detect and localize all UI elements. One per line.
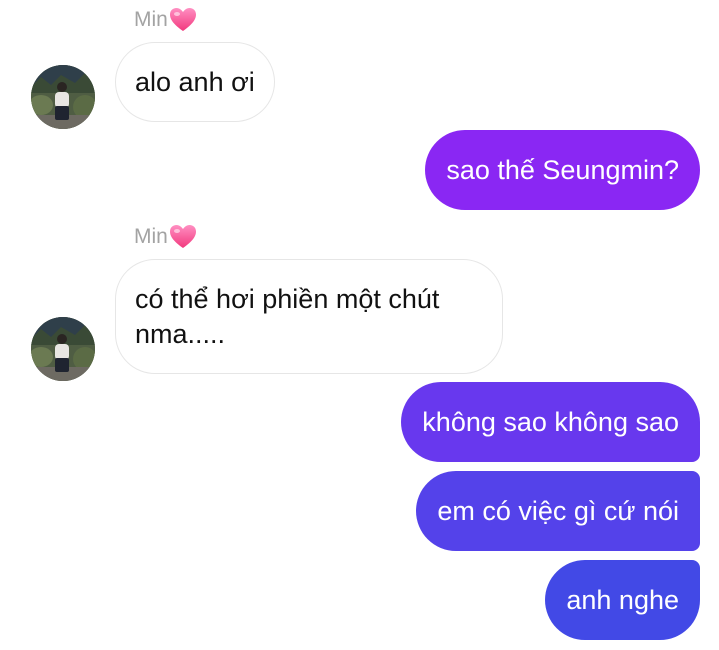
sender-name-text: Min <box>134 225 168 248</box>
pink-heart-icon <box>169 7 197 33</box>
sender-name: Min <box>134 223 197 251</box>
sender-name-text: Min <box>134 8 168 31</box>
message-bubble[interactable]: anh nghe <box>545 560 700 640</box>
message-text: alo anh ơi <box>135 67 255 97</box>
sender-name: Min <box>134 6 197 34</box>
message-text: sao thế Seungmin? <box>446 155 679 185</box>
message-bubble[interactable]: không sao không sao <box>401 382 700 462</box>
message-bubble[interactable]: có thể hơi phiền một chút nma..... <box>115 259 503 374</box>
contact-avatar[interactable] <box>31 317 95 381</box>
message-bubble[interactable]: sao thế Seungmin? <box>425 130 700 210</box>
pink-heart-icon <box>169 224 197 250</box>
message-text: anh nghe <box>566 585 679 615</box>
message-bubble[interactable]: alo anh ơi <box>115 42 275 122</box>
contact-avatar[interactable] <box>31 65 95 129</box>
message-bubble[interactable]: em có việc gì cứ nói <box>416 471 700 551</box>
message-text: không sao không sao <box>422 407 679 437</box>
message-text: có thể hơi phiền một chút nma..... <box>135 284 440 349</box>
message-text: em có việc gì cứ nói <box>437 496 679 526</box>
